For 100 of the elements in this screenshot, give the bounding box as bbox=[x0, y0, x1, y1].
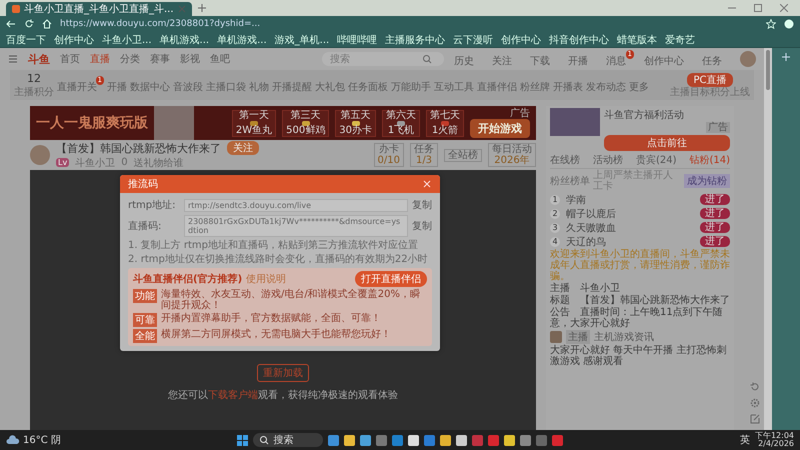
nav-tab[interactable]: 分类 bbox=[120, 52, 140, 66]
user-name[interactable]: 久天嗷嗷血 bbox=[566, 220, 694, 234]
stat-card[interactable]: 办卡 0/10 bbox=[374, 143, 404, 167]
open-app-button[interactable]: 打开直播伴侣 bbox=[355, 271, 427, 287]
user-name[interactable]: 学南 bbox=[566, 192, 694, 206]
star-icon[interactable] bbox=[766, 19, 776, 29]
home-icon[interactable] bbox=[42, 19, 52, 29]
ad-button[interactable]: 点击前往 bbox=[604, 135, 730, 151]
header-link[interactable]: 关注 bbox=[492, 50, 520, 68]
header-link[interactable]: 任务 bbox=[702, 50, 730, 68]
bookmark-link[interactable]: 蜡笔版本 bbox=[617, 32, 658, 46]
browser-tab[interactable]: 斗鱼小卫直播_斗鱼小卫直播_斗... bbox=[6, 2, 192, 16]
bookmark-link[interactable]: 抖音创作中心 bbox=[549, 32, 610, 46]
stat-card[interactable]: 每日活动 2026年 bbox=[488, 143, 536, 167]
toolbar-item[interactable]: 直播伴侣 bbox=[477, 76, 517, 94]
bookmark-link[interactable]: 创作中心 bbox=[54, 32, 94, 46]
toolbar-item[interactable]: 更多 bbox=[629, 76, 649, 94]
search-icon[interactable] bbox=[422, 54, 432, 64]
header-link[interactable]: 创作中心 bbox=[644, 50, 692, 68]
nav-tab[interactable]: 影视 bbox=[180, 52, 200, 66]
maximize-icon[interactable] bbox=[754, 4, 762, 12]
input-field[interactable]: rtmp://sendtc3.douyu.com/live bbox=[184, 198, 408, 212]
toolbar-item[interactable]: 开播 bbox=[107, 76, 127, 94]
gift-link[interactable]: 送礼物给谁 bbox=[134, 156, 184, 170]
toolbar-item[interactable]: 互动工具 bbox=[434, 76, 474, 94]
reload-button[interactable]: 重新加载 bbox=[257, 364, 309, 382]
reload-icon[interactable] bbox=[24, 19, 34, 29]
bookmark-link[interactable]: 哔哩哔哩 bbox=[337, 32, 378, 46]
add-icon[interactable] bbox=[781, 52, 791, 62]
bookmark-link[interactable]: 主播服务中心 bbox=[385, 32, 446, 46]
toolbar-item[interactable]: 数据中心 bbox=[130, 76, 170, 94]
clock[interactable]: 下午12:04 2/4/2026 bbox=[754, 432, 794, 448]
app-icon[interactable] bbox=[344, 434, 356, 446]
app-icon[interactable] bbox=[440, 434, 452, 446]
toolbar-item[interactable]: 礼物 bbox=[249, 76, 269, 94]
nav-tab[interactable]: 直播 bbox=[90, 52, 110, 66]
rank-tab[interactable]: 贵宾(24) bbox=[636, 153, 676, 167]
rank-tab[interactable]: 在线榜 bbox=[550, 153, 580, 167]
toolbar-item[interactable]: 主播口袋 bbox=[206, 76, 246, 94]
edit-icon[interactable] bbox=[750, 414, 760, 424]
feature-tag: 可靠 bbox=[133, 313, 157, 327]
search-field[interactable]: 搜索 bbox=[322, 52, 444, 66]
join-button[interactable]: 成为钻粉 bbox=[684, 174, 730, 188]
bookmark-link[interactable]: 爱奇艺 bbox=[665, 32, 696, 46]
toolbar-item[interactable]: 粉丝牌 bbox=[520, 76, 550, 94]
app-icon[interactable] bbox=[456, 434, 468, 446]
header-link[interactable]: 下载 bbox=[530, 50, 558, 68]
toolbar-item[interactable]: 任务面板 bbox=[348, 76, 388, 94]
input-field[interactable]: 2308801rGxGxDUTa1kj7Wv**********&dmsource=ysdtion bbox=[184, 215, 408, 237]
nav-tab[interactable]: 首页 bbox=[60, 52, 80, 66]
rank-tab[interactable]: 钻粉(14) bbox=[689, 153, 730, 167]
bookmark-link[interactable]: 创作中心 bbox=[501, 32, 542, 46]
new-tab-icon[interactable] bbox=[198, 4, 206, 12]
app-icon[interactable] bbox=[504, 434, 516, 446]
settings-icon[interactable] bbox=[750, 398, 760, 408]
header-link[interactable]: 开播 bbox=[568, 50, 596, 68]
start-icon[interactable] bbox=[237, 434, 248, 446]
toolbar-item[interactable]: 大礼包 bbox=[315, 76, 345, 94]
guide-link[interactable]: 使用说明 bbox=[246, 272, 286, 286]
bookmark-link[interactable]: 百度一下 bbox=[6, 32, 46, 46]
header-link[interactable]: 历史 bbox=[454, 50, 482, 68]
promo-title: 斗鱼直播伴侣(官方推荐) bbox=[133, 272, 242, 286]
app-icon[interactable] bbox=[408, 434, 420, 446]
bookmark-link[interactable]: 单机游戏... bbox=[217, 32, 267, 46]
search-field[interactable]: 搜索 bbox=[253, 433, 324, 447]
bookmark-link[interactable]: 斗鱼小卫... bbox=[102, 32, 152, 46]
user-name[interactable]: 主机游戏资讯 bbox=[594, 330, 654, 344]
nav-tab[interactable]: 鱼吧 bbox=[210, 52, 230, 66]
copy-link[interactable]: 复制 bbox=[412, 198, 432, 212]
stat-card[interactable]: 全站榜 bbox=[444, 148, 482, 162]
bookmark-link[interactable]: 游戏_单机... bbox=[274, 32, 330, 46]
back-icon[interactable] bbox=[6, 19, 16, 29]
toolbar-item[interactable]: 发布动态 bbox=[586, 76, 626, 94]
toolbar-item[interactable]: 音波段 bbox=[173, 76, 203, 94]
toolbar-item[interactable]: 万能助手 bbox=[391, 76, 431, 94]
copy-link[interactable]: 复制 bbox=[412, 219, 432, 233]
scrollbar-thumb[interactable] bbox=[766, 50, 770, 90]
toolbar-item[interactable]: 开播表 bbox=[553, 76, 583, 94]
follow-button[interactable]: 关注 bbox=[227, 141, 259, 155]
site-logo[interactable]: 斗鱼 bbox=[28, 52, 50, 66]
refresh-icon[interactable] bbox=[750, 382, 760, 392]
nav-tab[interactable]: 赛事 bbox=[150, 52, 170, 66]
language-indicator[interactable]: 英 bbox=[740, 433, 750, 447]
bookmark-link[interactable]: 单机游戏... bbox=[160, 32, 210, 46]
pc-live-button[interactable]: PC直播 bbox=[687, 72, 732, 86]
toolbar-item[interactable]: 开播提醒 bbox=[272, 76, 312, 94]
profile-icon[interactable] bbox=[784, 19, 794, 29]
stat-card[interactable]: 任务 1/3 bbox=[410, 143, 438, 167]
user-name[interactable]: 帽子以鹿后 bbox=[566, 206, 694, 220]
app-icon[interactable] bbox=[360, 434, 372, 446]
menu-icon[interactable] bbox=[8, 54, 18, 64]
download-link[interactable]: 下载客户端 bbox=[208, 390, 258, 401]
rank-tab[interactable]: 活动榜 bbox=[592, 153, 623, 167]
host-name[interactable]: 斗鱼小卫 bbox=[75, 156, 116, 170]
start-game-button[interactable]: 开始游戏 bbox=[470, 118, 530, 138]
search-input[interactable]: 搜索 bbox=[328, 52, 422, 66]
bookmark-link[interactable]: 云下漫听 bbox=[453, 32, 494, 46]
ad-banner[interactable]: 一人一鬼服爽玩版 第一天 2W鱼丸 第三天 500鲜鸡 第五天 30办卡 第六天 1飞机 第七天 1火箭 广告 开始游戏 bbox=[30, 106, 536, 140]
close-window-icon[interactable] bbox=[780, 4, 788, 12]
user-name[interactable]: 天辽的鸟 bbox=[566, 234, 694, 248]
